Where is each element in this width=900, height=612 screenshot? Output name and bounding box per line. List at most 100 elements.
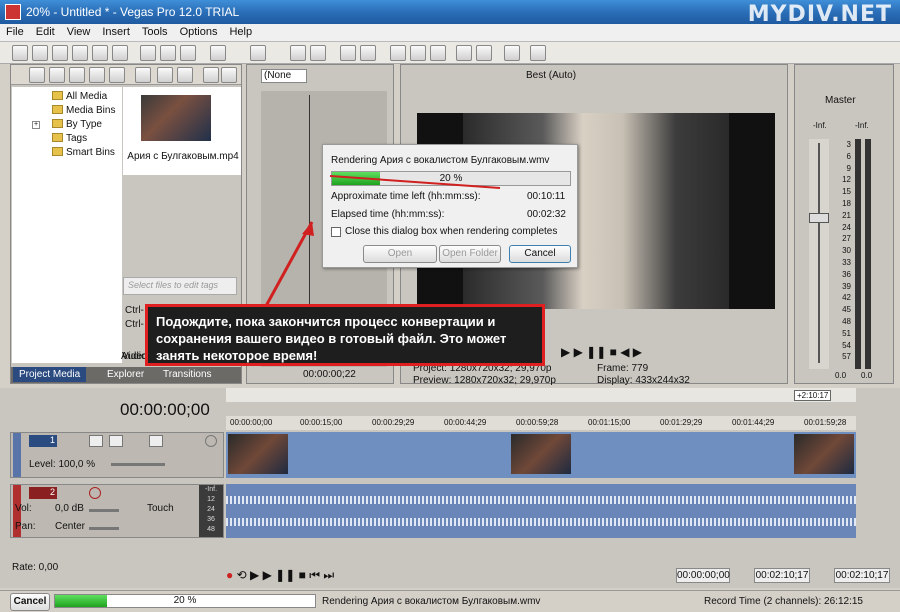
open-folder-button[interactable]: Open Folder (439, 245, 501, 263)
level-slider[interactable] (111, 463, 165, 466)
video-event[interactable] (226, 432, 856, 478)
lock-envelopes-icon[interactable] (340, 45, 356, 61)
menu-edit[interactable]: Edit (30, 24, 61, 40)
render-cancel-button[interactable]: Cancel (509, 245, 571, 263)
get-media-icon[interactable] (69, 67, 85, 83)
play-icon[interactable]: ▶ (263, 568, 272, 582)
normal-edit-tool-icon[interactable] (390, 45, 406, 61)
master-fader-handle[interactable] (809, 213, 829, 223)
views-icon[interactable] (177, 67, 193, 83)
compositing-icon[interactable] (149, 435, 163, 447)
cut-icon[interactable] (140, 45, 156, 61)
selection-tool-icon[interactable] (430, 45, 446, 61)
menu-tools[interactable]: Tools (136, 24, 174, 40)
loop-icon[interactable]: ⟲ (237, 568, 247, 582)
tree-smart-bins[interactable]: Smart Bins (52, 147, 115, 158)
stop-icon[interactable]: ■ (299, 568, 306, 582)
help-pointer-icon[interactable] (530, 45, 546, 61)
go-to-end-icon[interactable]: ⏭ (323, 568, 334, 582)
copy-icon[interactable] (160, 45, 176, 61)
transport-time-end: 00:02:10;17 (754, 568, 810, 583)
go-to-start-icon[interactable]: ⏮ (309, 568, 320, 582)
status-cancel-button[interactable]: Cancel (10, 593, 50, 611)
tab-project-media[interactable]: Project Media (13, 367, 87, 382)
tab-explorer[interactable]: Explorer (101, 367, 150, 382)
mute-icon[interactable] (205, 435, 217, 447)
media-thumbnail[interactable] (141, 95, 211, 141)
render-progress-dialog: Rendering Ария с вокалистом Булгаковым.w… (322, 144, 578, 268)
status-message: Rendering Ария с вокалистом Булгаковым.w… (322, 596, 541, 607)
tree-all-media[interactable]: All Media (52, 91, 107, 102)
play-media-icon[interactable] (203, 67, 219, 83)
split-icon[interactable] (476, 45, 492, 61)
remove-media-icon[interactable] (135, 67, 151, 83)
menu-view[interactable]: View (61, 24, 97, 40)
media-filename[interactable]: Ария с Булгаковым.mp4 (125, 151, 241, 162)
auto-ripple-icon[interactable] (310, 45, 326, 61)
ctrl-hint-1: Ctrl- (125, 305, 144, 316)
display-label: Display: 433x244x32 (597, 375, 690, 386)
trimmer-dropdown[interactable]: (None (261, 69, 307, 83)
menu-help[interactable]: Help (223, 24, 258, 40)
folder-icon (52, 105, 63, 114)
ruler-label: 00:00:15;00 (300, 418, 343, 427)
arm-record-icon[interactable] (89, 487, 101, 499)
master-meter-left (855, 139, 861, 369)
menu-insert[interactable]: Insert (96, 24, 136, 40)
zoom-tool-icon[interactable] (456, 45, 472, 61)
next-frame-icon[interactable]: ▶ (633, 345, 642, 359)
prev-frame-icon[interactable]: ◀ (620, 345, 629, 359)
ruler-label: 00:01:44;29 (732, 418, 775, 427)
media-fx-icon[interactable] (157, 67, 173, 83)
pause-icon[interactable]: ❚❚ (586, 345, 606, 359)
menu-options[interactable]: Options (174, 24, 224, 40)
envelope-tool-icon[interactable] (410, 45, 426, 61)
mixer-scale: 3 6 9 12 15 18 21 24 27 30 33 36 39 42 45 48 51 54 57 (842, 140, 851, 362)
tree-tags[interactable]: Tags (52, 133, 87, 144)
audio-track-number: 2 (29, 487, 57, 499)
capture-video-icon[interactable] (49, 67, 65, 83)
web-icon[interactable] (89, 67, 105, 83)
track-motion-icon[interactable] (89, 435, 103, 447)
play-from-start-icon[interactable]: ▶ (574, 345, 583, 359)
play-icon[interactable]: ▶ (561, 345, 570, 359)
paste-icon[interactable] (180, 45, 196, 61)
trimmer-timecode: 00:00:00;22 (303, 369, 356, 380)
undo-icon[interactable] (210, 45, 226, 61)
record-icon[interactable]: ● (226, 568, 233, 582)
automation-mode[interactable]: Touch (147, 503, 174, 514)
audio-track-header: 2 Vol: 0,0 dB Touch Pan: Center -Inf. 12 2… (10, 484, 224, 538)
new-icon[interactable] (12, 45, 28, 61)
waveform-left (226, 496, 856, 504)
video-thumbnail (511, 434, 571, 474)
snapping-icon[interactable] (290, 45, 306, 61)
pause-icon[interactable]: ❚❚ (275, 568, 295, 582)
redo-icon[interactable] (250, 45, 266, 61)
search-media-icon[interactable] (109, 67, 125, 83)
stop-icon[interactable]: ■ (610, 345, 617, 359)
audio-event[interactable] (226, 484, 856, 538)
preview-quality[interactable]: Best (Auto) (526, 70, 576, 81)
render-icon[interactable] (92, 45, 108, 61)
track-fx-icon[interactable] (109, 435, 123, 447)
tags-input[interactable]: Select files to edit tags (123, 277, 237, 295)
stop-media-icon[interactable] (221, 67, 237, 83)
play-from-start-icon[interactable]: ▶ (250, 568, 259, 582)
menu-file[interactable]: File (0, 24, 30, 40)
vol-slider[interactable] (89, 509, 119, 512)
pan-slider[interactable] (89, 527, 119, 530)
save-icon[interactable] (52, 45, 68, 61)
close-on-complete-checkbox[interactable] (331, 227, 341, 237)
save-as-icon[interactable] (72, 45, 88, 61)
master-meter-right (865, 139, 871, 369)
trim-icon[interactable] (504, 45, 520, 61)
open-icon[interactable] (32, 45, 48, 61)
ignore-grouping-icon[interactable] (360, 45, 376, 61)
tab-transitions[interactable]: Transitions (157, 367, 218, 382)
properties-icon[interactable] (112, 45, 128, 61)
expand-icon[interactable]: + (32, 121, 40, 129)
tree-by-type[interactable]: By Type (52, 119, 102, 130)
import-media-icon[interactable] (29, 67, 45, 83)
tree-media-bins[interactable]: Media Bins (52, 105, 115, 116)
open-button[interactable]: Open (363, 245, 437, 263)
